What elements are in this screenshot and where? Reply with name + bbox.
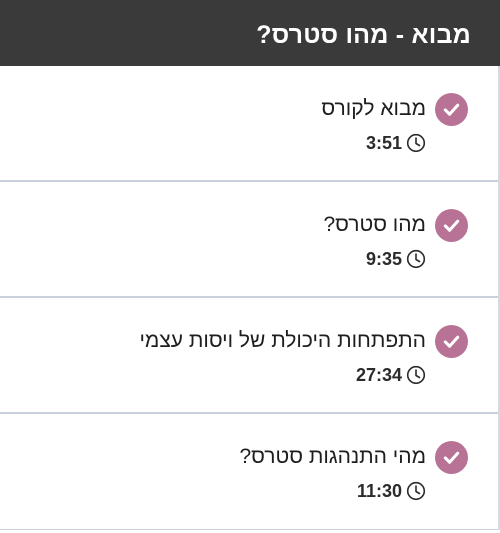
check-circle-icon — [435, 92, 468, 126]
section-title: מבוא - מהו סטרס? — [256, 20, 471, 49]
lesson-header: מהי התנהגות סטרס? — [0, 440, 468, 474]
lesson-header: התפתחות היכולת של ויסות עצמי — [0, 324, 468, 358]
lesson-item[interactable]: מבוא לקורס 3:51 — [0, 66, 498, 182]
section-header[interactable]: מבוא - מהו סטרס? — [0, 0, 500, 66]
lesson-list: מבוא לקורס 3:51 מהו סטרס? 9:35 התפתחות ה… — [0, 66, 500, 530]
lesson-duration: 3:51 — [0, 131, 426, 155]
lesson-item[interactable]: מהו סטרס? 9:35 — [0, 182, 498, 298]
lesson-header: מבוא לקורס — [0, 92, 468, 126]
lesson-title: התפתחות היכולת של ויסות עצמי — [139, 329, 426, 352]
clock-icon — [405, 249, 426, 270]
duration-text: 3:51 — [365, 132, 402, 153]
duration-text: 11:30 — [356, 480, 402, 501]
clock-icon — [405, 133, 426, 154]
lesson-duration: 11:30 — [0, 479, 426, 503]
lesson-item[interactable]: מהי התנהגות סטרס? 11:30 — [0, 414, 498, 530]
lesson-title: מהי התנהגות סטרס? — [239, 445, 426, 468]
lesson-title: מבוא לקורס — [321, 97, 426, 120]
check-circle-icon — [435, 440, 468, 474]
duration-text: 9:35 — [365, 248, 402, 269]
duration-text: 27:34 — [355, 364, 402, 385]
lesson-header: מהו סטרס? — [0, 208, 468, 242]
check-circle-icon — [435, 208, 468, 242]
clock-icon — [405, 481, 426, 502]
check-circle-icon — [435, 324, 468, 358]
clock-icon — [405, 365, 426, 386]
course-section-panel: מבוא - מהו סטרס? מבוא לקורס 3:51 מהו סטר… — [0, 0, 500, 533]
lesson-item[interactable]: התפתחות היכולת של ויסות עצמי 27:34 — [0, 298, 498, 414]
lesson-duration: 9:35 — [0, 247, 426, 271]
lesson-title: מהו סטרס? — [323, 213, 426, 236]
lesson-duration: 27:34 — [0, 363, 426, 387]
